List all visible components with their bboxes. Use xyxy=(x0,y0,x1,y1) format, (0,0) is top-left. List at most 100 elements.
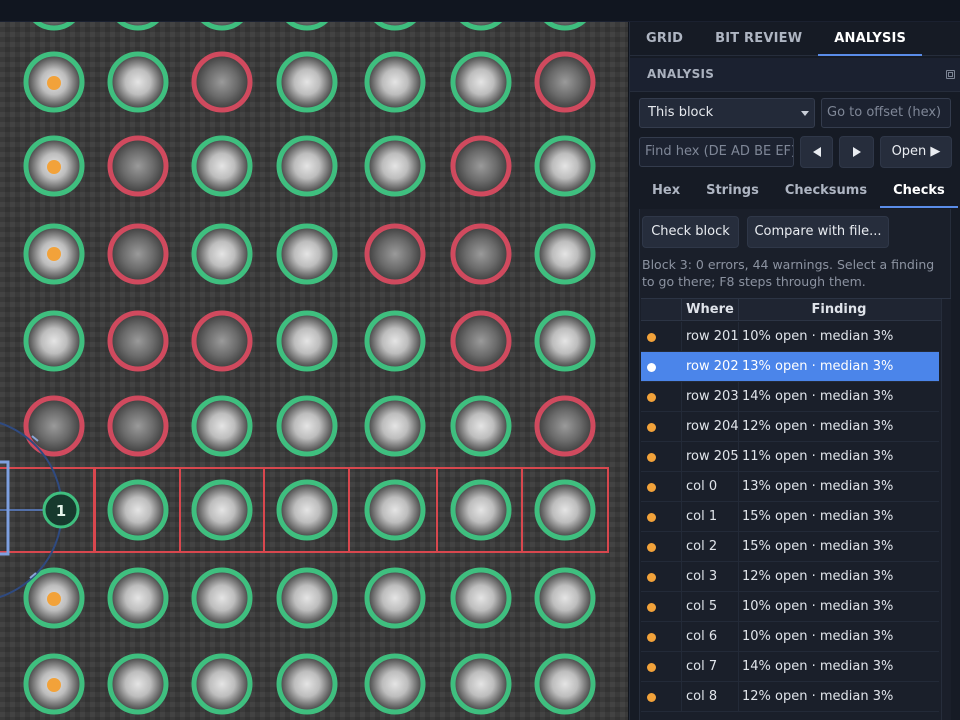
bit-cell-on[interactable] xyxy=(276,223,338,285)
bit-cell-on[interactable] xyxy=(276,395,338,457)
table-row[interactable]: col 8 12% open · median 3% xyxy=(641,682,939,712)
bit-cell-on[interactable] xyxy=(364,310,426,372)
table-row[interactable]: row 203 14% open · median 3% xyxy=(641,382,939,412)
table-row[interactable]: row 205 11% open · median 3% xyxy=(641,442,939,472)
check-block-button[interactable]: Check block xyxy=(642,216,739,248)
bit-cell-on[interactable] xyxy=(191,395,253,457)
bit-cell-off[interactable] xyxy=(107,310,169,372)
bit-cell-on[interactable] xyxy=(107,479,169,541)
table-row[interactable]: row 201 10% open · median 3% xyxy=(641,322,939,352)
find-next-button[interactable] xyxy=(839,136,874,168)
bit-cell-on[interactable] xyxy=(107,51,169,113)
bit-cell-on[interactable] xyxy=(450,479,512,541)
subtab-strings[interactable]: Strings xyxy=(693,178,772,208)
findings-list: row 201 10% open · median 3% row 202 13% op… xyxy=(641,322,939,712)
finding-text: 12% open · median 3% xyxy=(742,689,894,704)
column-header-where[interactable]: Where xyxy=(681,299,739,321)
bit-cell-on[interactable] xyxy=(364,395,426,457)
bit-cell-on[interactable] xyxy=(276,51,338,113)
table-row[interactable]: col 0 13% open · median 3% xyxy=(641,472,939,502)
warning-dot-icon xyxy=(647,333,656,342)
table-row[interactable]: col 6 10% open · median 3% xyxy=(641,622,939,652)
bit-cell-on[interactable] xyxy=(534,653,596,715)
bit-cell-off[interactable] xyxy=(450,310,512,372)
table-header: Where Finding xyxy=(641,299,951,321)
subtab-checks[interactable]: Checks xyxy=(880,178,958,208)
warning-dot-icon xyxy=(647,513,656,522)
finding-location: col 7 xyxy=(681,652,739,681)
bit-cell-on[interactable] xyxy=(364,567,426,629)
table-row[interactable]: col 2 15% open · median 3% xyxy=(641,532,939,562)
finding-text: 13% open · median 3% xyxy=(742,479,894,494)
open-button[interactable]: Open ▶ xyxy=(880,136,952,168)
subtab-hex[interactable]: Hex xyxy=(639,178,693,208)
analysis-sidebar: GRID BIT REVIEW ANALYSIS ANALYSIS This b… xyxy=(629,22,960,720)
finding-text: 15% open · median 3% xyxy=(742,509,894,524)
table-row[interactable]: col 1 15% open · median 3% xyxy=(641,502,939,532)
bit-cell-on[interactable] xyxy=(534,567,596,629)
bit-cell-on[interactable] xyxy=(276,653,338,715)
compare-with-file-button[interactable]: Compare with file... xyxy=(747,216,889,248)
bit-cell-on[interactable] xyxy=(364,135,426,197)
bit-cell-off[interactable] xyxy=(107,135,169,197)
bit-cell-on[interactable] xyxy=(191,223,253,285)
bit-cell-on[interactable] xyxy=(534,479,596,541)
detach-icon[interactable] xyxy=(946,70,955,79)
bit-cell-off[interactable] xyxy=(107,395,169,457)
table-row[interactable]: col 5 10% open · median 3% xyxy=(641,592,939,622)
bit-cell-on[interactable] xyxy=(364,479,426,541)
table-row[interactable]: row 202 13% open · median 3% xyxy=(641,352,939,382)
tab-bit-review[interactable]: BIT REVIEW xyxy=(699,22,818,56)
panel-header: ANALYSIS xyxy=(630,58,960,92)
bit-cell-on[interactable] xyxy=(534,223,596,285)
bit-cell-off[interactable] xyxy=(450,223,512,285)
subtab-checksums[interactable]: Checksums xyxy=(772,178,880,208)
image-viewer[interactable]: 1 xyxy=(0,22,628,720)
bit-cell-on[interactable] xyxy=(276,479,338,541)
table-row[interactable]: row 204 12% open · median 3% xyxy=(641,412,939,442)
bit-cell-off[interactable] xyxy=(191,51,253,113)
offset-input[interactable]: Go to offset (hex) xyxy=(821,98,951,128)
bit-cell-off[interactable] xyxy=(364,223,426,285)
warning-marker-icon xyxy=(47,678,61,692)
bit-cell-on[interactable] xyxy=(450,51,512,113)
bit-cell-on[interactable] xyxy=(191,653,253,715)
bit-cell-on[interactable] xyxy=(364,653,426,715)
tab-analysis[interactable]: ANALYSIS xyxy=(818,22,923,56)
bit-cell-on[interactable] xyxy=(191,479,253,541)
bit-cell-on[interactable] xyxy=(364,51,426,113)
table-row[interactable]: col 7 14% open · median 3% xyxy=(641,652,939,682)
bit-cell-off[interactable] xyxy=(534,51,596,113)
bit-cell-on[interactable] xyxy=(450,653,512,715)
bit-cell-on[interactable] xyxy=(191,135,253,197)
bit-cell-on[interactable] xyxy=(191,567,253,629)
main-tabs: GRID BIT REVIEW ANALYSIS xyxy=(630,22,960,56)
bit-cell-on[interactable] xyxy=(107,653,169,715)
bit-cell-on[interactable] xyxy=(276,135,338,197)
bit-cell-on[interactable] xyxy=(450,395,512,457)
bit-cell-on[interactable] xyxy=(23,310,85,372)
bit-cell-on[interactable] xyxy=(450,567,512,629)
table-row[interactable]: col 3 12% open · median 3% xyxy=(641,562,939,592)
bit-cell-off[interactable] xyxy=(107,223,169,285)
bit-cell-off[interactable] xyxy=(191,310,253,372)
analysis-subtabs: Hex Strings Checksums Checks xyxy=(639,178,958,208)
warning-dot-icon xyxy=(647,453,656,462)
bit-cell-on[interactable] xyxy=(276,310,338,372)
column-header-finding[interactable]: Finding xyxy=(739,299,939,321)
bit-cell-on[interactable] xyxy=(534,310,596,372)
bit-cell-on[interactable] xyxy=(107,567,169,629)
find-previous-button[interactable] xyxy=(800,136,833,168)
warning-dot-icon xyxy=(647,483,656,492)
bit-cell-on[interactable] xyxy=(276,567,338,629)
marker-number: 1 xyxy=(56,502,66,520)
bit-grid-canvas[interactable]: 1 xyxy=(0,22,628,720)
find-hex-input[interactable]: Find hex (DE AD BE EF)... xyxy=(639,137,794,167)
bit-cell-off[interactable] xyxy=(450,135,512,197)
tab-grid[interactable]: GRID xyxy=(630,22,699,56)
scope-select[interactable]: This block xyxy=(639,98,815,128)
bit-cell-on[interactable] xyxy=(534,135,596,197)
table-scrollbar[interactable] xyxy=(941,299,951,720)
findings-table[interactable]: Where Finding row 201 10% open · median 3… xyxy=(641,298,951,720)
bit-cell-off[interactable] xyxy=(534,395,596,457)
